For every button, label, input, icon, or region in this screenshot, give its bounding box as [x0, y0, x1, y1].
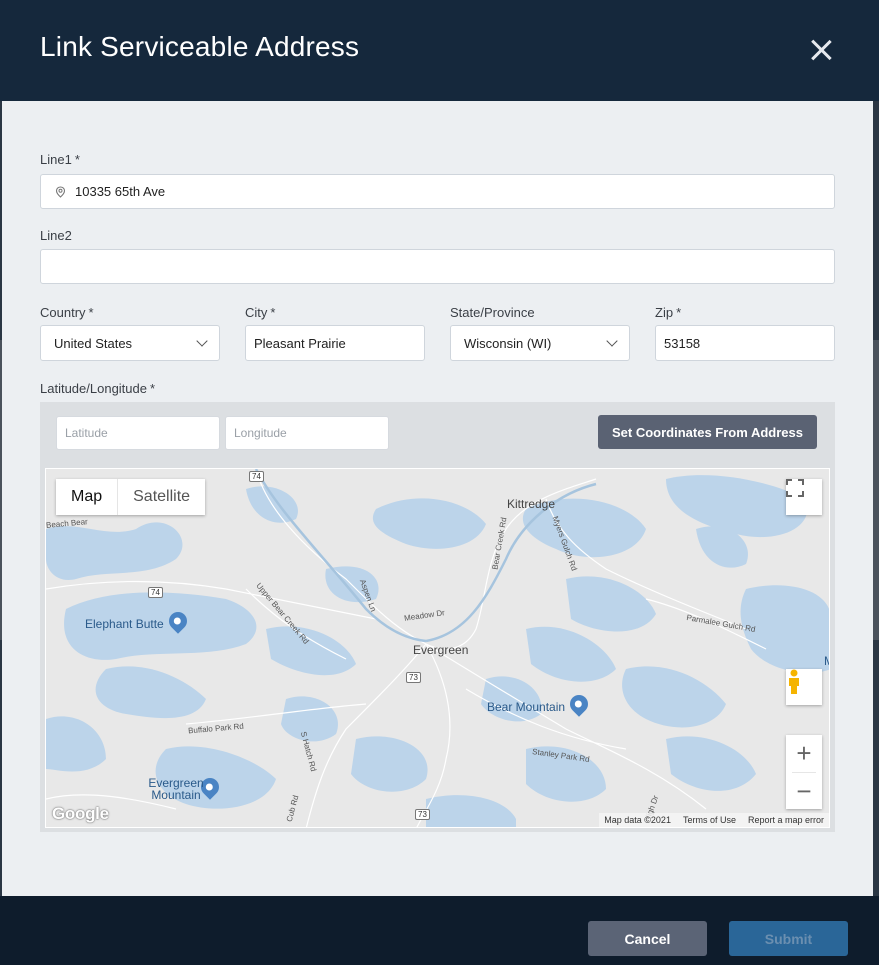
place-label: M	[824, 654, 829, 668]
country-select[interactable]: United States	[40, 325, 220, 361]
map-type-map-button[interactable]: Map	[56, 479, 118, 515]
chevron-down-icon	[196, 335, 208, 347]
map-attribution: Map data ©2021 Terms of Use Report a map…	[599, 813, 829, 827]
latitude-input[interactable]: Latitude	[56, 416, 220, 450]
location-pin-icon	[53, 185, 67, 199]
place-label: Kittredge	[507, 497, 556, 511]
plus-icon[interactable]: +	[786, 735, 822, 772]
minus-icon[interactable]: −	[786, 773, 822, 810]
google-logo: Google	[52, 804, 109, 823]
latlng-label: Latitude/Longitude *	[40, 381, 156, 396]
country-label: Country *	[40, 305, 94, 320]
place-label: Bear Mountain	[487, 700, 566, 714]
pegman-icon[interactable]	[786, 669, 822, 705]
terms-link[interactable]: Terms of Use	[683, 815, 736, 825]
cancel-button[interactable]: Cancel	[588, 921, 707, 956]
chevron-down-icon	[606, 335, 618, 347]
map-type-control: Map Satellite	[56, 479, 206, 515]
map-view[interactable]: Map Satellite + − Elephant Butte Evergre…	[45, 468, 830, 828]
set-coordinates-button[interactable]: Set Coordinates From Address	[598, 415, 817, 449]
state-select[interactable]: Wisconsin (WI)	[450, 325, 630, 361]
zip-label: Zip *	[655, 305, 682, 320]
report-error-link[interactable]: Report a map error	[748, 815, 824, 825]
line1-input[interactable]: 10335 65th Ave	[40, 174, 835, 209]
place-label: Elephant Butte	[85, 617, 164, 631]
latlng-panel: Latitude Longitude Set Coordinates From …	[40, 402, 835, 832]
line1-value: 10335 65th Ave	[75, 184, 166, 199]
line1-label: Line1 *	[40, 152, 80, 167]
country-value: United States	[54, 335, 133, 351]
longitude-input[interactable]: Longitude	[225, 416, 389, 450]
route-shield: 73	[406, 672, 421, 683]
place-label: Evergreen Mountain	[148, 776, 204, 802]
map-data-text: Map data ©2021	[604, 815, 671, 825]
city-input[interactable]: Pleasant Prairie	[245, 325, 425, 361]
line2-input[interactable]	[40, 249, 835, 284]
submit-button[interactable]: Submit	[729, 921, 848, 956]
zoom-control: + −	[786, 735, 822, 809]
modal-title: Link Serviceable Address	[40, 31, 360, 62]
route-shield: 73	[415, 809, 430, 820]
close-icon[interactable]	[806, 35, 836, 65]
link-address-modal: Link Serviceable Address Line1 * 10335 65…	[0, 0, 879, 965]
state-value: Wisconsin (WI)	[464, 335, 552, 351]
route-shield: 74	[249, 471, 264, 482]
city-label: City *	[245, 305, 276, 320]
fullscreen-icon[interactable]	[786, 479, 822, 515]
route-shield: 74	[148, 587, 163, 598]
state-label: State/Province	[450, 305, 535, 320]
line2-label: Line2	[40, 228, 72, 243]
zip-input[interactable]: 53158	[655, 325, 835, 361]
modal-header: Link Serviceable Address	[0, 0, 879, 101]
map-type-satellite-button[interactable]: Satellite	[117, 479, 206, 515]
place-label: Evergreen	[413, 643, 469, 657]
